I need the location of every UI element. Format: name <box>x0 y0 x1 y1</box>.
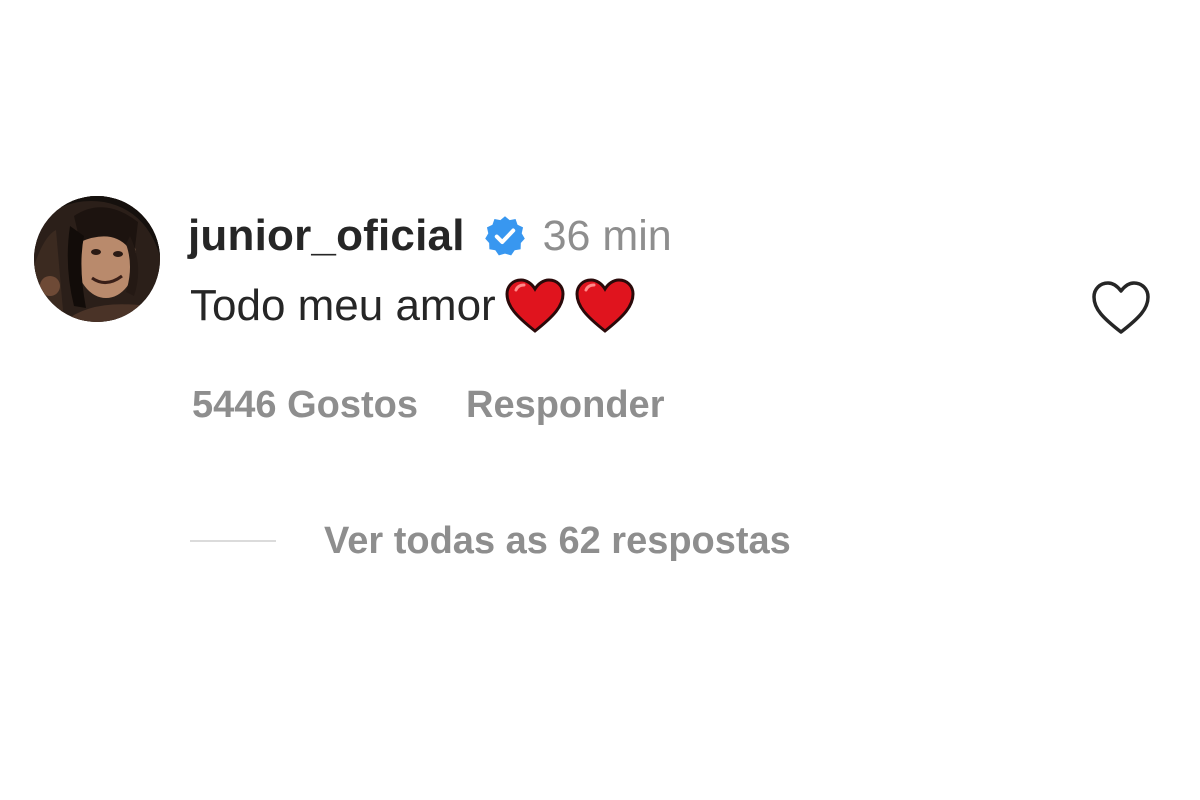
comment-text: Todo meu amor <box>190 281 496 330</box>
comment-actions: 5446 Gostos Responder <box>192 380 664 430</box>
comment-item: junior_oficial 36 min Todo meu amor 5446… <box>34 196 1164 576</box>
comment-body: Todo meu amor <box>190 276 636 336</box>
reply-button[interactable]: Responder <box>466 384 664 427</box>
comment-page: junior_oficial 36 min Todo meu amor 5446… <box>0 0 1200 800</box>
view-replies-label: Ver todas as 62 respostas <box>324 519 791 562</box>
comment-header: junior_oficial 36 min <box>188 208 672 264</box>
red-heart-icon <box>574 278 636 334</box>
username[interactable]: junior_oficial <box>188 211 465 261</box>
view-replies-button[interactable]: Ver todas as 62 respostas <box>190 516 791 566</box>
heart-outline-icon[interactable] <box>1089 278 1153 338</box>
avatar-photo <box>34 196 160 322</box>
likes-count[interactable]: 5446 Gostos <box>192 384 418 427</box>
avatar[interactable] <box>34 196 160 322</box>
comment-time[interactable]: 36 min <box>543 212 672 261</box>
red-heart-icon <box>504 278 566 334</box>
verified-badge-icon <box>483 214 527 258</box>
replies-divider <box>190 540 276 542</box>
